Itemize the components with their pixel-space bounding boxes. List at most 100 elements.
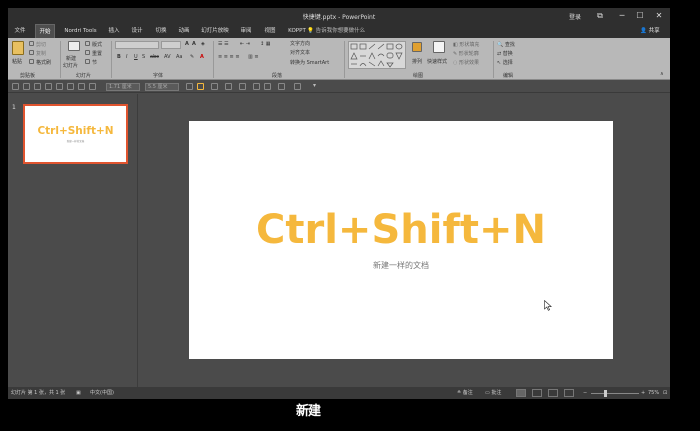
reading-view-button[interactable] [548, 389, 558, 397]
format-painter-icon[interactable] [211, 83, 218, 90]
line-spacing-icon[interactable]: ↕ ▦ [260, 41, 271, 47]
cut-icon[interactable] [29, 41, 34, 46]
italic-icon[interactable]: I [126, 54, 127, 60]
minimize-icon[interactable]: ─ [615, 10, 629, 22]
reset-label[interactable]: 重置 [92, 50, 102, 57]
indent-icon[interactable]: ⇤ ⇥ [240, 41, 250, 47]
paste-icon[interactable] [12, 41, 24, 55]
height-field[interactable]: 1.71 厘米 [106, 83, 140, 91]
slide-subtitle[interactable]: 新建一样的文档 [189, 260, 613, 271]
zoom-out-icon[interactable]: − [583, 387, 587, 399]
language-status[interactable]: 中文(中国) [90, 387, 114, 399]
paste-label[interactable]: 粘贴 [12, 58, 22, 65]
width-field[interactable]: 5.5 厘米 [145, 83, 179, 91]
copy-icon[interactable] [29, 50, 34, 55]
tab-koppt[interactable]: KOPPT [286, 24, 308, 38]
line-color-icon[interactable] [239, 83, 246, 90]
zoom-level[interactable]: 75% [648, 387, 659, 399]
align-icon[interactable]: ≡ ≡ ≡ ≡ [218, 54, 240, 60]
columns-icon[interactable]: ▥ ≡ [248, 54, 259, 60]
shape-icon[interactable] [56, 83, 63, 90]
format-painter-label[interactable]: 格式刷 [36, 59, 51, 66]
font-size-select[interactable] [161, 41, 181, 49]
group-objects-icon[interactable] [78, 83, 85, 90]
redo-icon[interactable] [34, 83, 41, 90]
tab-transitions[interactable]: 切换 [153, 24, 169, 38]
undo-icon[interactable] [23, 83, 30, 90]
align-objects-icon[interactable] [67, 83, 74, 90]
new-slide-label[interactable]: 新建 [66, 55, 76, 62]
font-family-select[interactable] [115, 41, 159, 49]
new-slide-icon[interactable] [68, 41, 80, 51]
fill-color-icon[interactable] [197, 83, 204, 90]
format-painter-icon[interactable] [29, 59, 34, 64]
copy-label[interactable]: 复制 [36, 50, 46, 57]
settings-icon[interactable] [294, 83, 301, 90]
comments-button[interactable]: ▭ 批注 [485, 387, 501, 399]
customize-toolbar-icon[interactable]: ▾ [313, 82, 316, 89]
select-button[interactable]: ↖ 选择 [497, 59, 513, 66]
grow-font-icon[interactable]: A [185, 41, 189, 47]
maximize-icon[interactable]: ☐ [633, 10, 647, 22]
replace-button[interactable]: ⇄ 替换 [497, 50, 513, 57]
shape-fill-button[interactable]: ◧ 形状填充 [453, 41, 479, 48]
tab-review[interactable]: 审阅 [238, 24, 254, 38]
find-button[interactable]: 🔍 查找 [497, 41, 515, 48]
link-icon[interactable] [264, 83, 271, 90]
shrink-font-icon[interactable]: A [192, 41, 196, 47]
tab-design[interactable]: 设计 [129, 24, 145, 38]
zoom-slider-track[interactable] [591, 393, 639, 394]
spellcheck-icon[interactable]: ▣ [76, 387, 81, 399]
pen-icon[interactable] [278, 83, 285, 90]
layout-icon[interactable] [85, 41, 90, 46]
zoom-slider-handle[interactable] [604, 390, 607, 397]
font-color-icon[interactable] [225, 83, 232, 90]
tab-file[interactable]: 文件 [12, 24, 28, 38]
shapes-gallery[interactable] [348, 41, 406, 69]
change-case-icon[interactable]: Aa [176, 54, 182, 60]
layout-label[interactable]: 版式 [92, 41, 102, 48]
tab-nordri-tools[interactable]: Nordri Tools [62, 24, 99, 38]
eyedropper-icon[interactable] [253, 83, 260, 90]
start-slideshow-icon[interactable] [45, 83, 52, 90]
close-icon[interactable]: ✕ [652, 10, 666, 22]
clear-format-icon[interactable]: ◈ [201, 41, 205, 47]
quick-styles-icon[interactable] [433, 41, 445, 53]
slide-title[interactable]: Ctrl+Shift+N [189, 207, 613, 253]
crop-icon[interactable] [186, 83, 193, 90]
strikethrough-icon[interactable]: abc [150, 54, 159, 60]
ribbon-display-icon[interactable]: ⧉ [593, 10, 607, 22]
shape-effects-button[interactable]: ◌ 形状效果 [453, 59, 479, 66]
slide-sorter-button[interactable] [532, 389, 542, 397]
slide-canvas[interactable]: Ctrl+Shift+N 新建一样的文档 [189, 121, 613, 359]
highlight-icon[interactable]: ✎ [190, 54, 194, 60]
shape-outline-button[interactable]: ✎ 形状轮廓 [453, 50, 479, 57]
collapse-ribbon-icon[interactable]: ∧ [660, 71, 664, 77]
slideshow-view-button[interactable] [564, 389, 574, 397]
notes-button[interactable]: ≙ 备注 [457, 387, 473, 399]
bold-icon[interactable]: B [117, 54, 121, 60]
reset-icon[interactable] [85, 50, 90, 55]
fit-slide-icon[interactable]: ⊡ [663, 387, 667, 399]
slide-thumbnail[interactable]: Ctrl+Shift+N 新建一样的文档 [23, 104, 128, 164]
save-icon[interactable] [12, 83, 19, 90]
new-slide-label2[interactable]: 幻灯片 [63, 62, 78, 69]
arrange-icon[interactable] [412, 42, 422, 52]
arrange-label[interactable]: 排列 [412, 58, 422, 65]
tab-view[interactable]: 视图 [262, 24, 278, 38]
shadow-icon[interactable]: S [142, 54, 145, 60]
rotate-icon[interactable] [89, 83, 96, 90]
zoom-in-icon[interactable]: + [641, 387, 645, 399]
tab-insert[interactable]: 插入 [106, 24, 122, 38]
font-color-icon[interactable]: A [200, 54, 204, 60]
tab-home[interactable]: 开始 [35, 24, 55, 38]
char-spacing-icon[interactable]: AV [164, 54, 171, 60]
text-direction-button[interactable]: 文字方向 [290, 40, 310, 47]
tab-slideshow[interactable]: 幻灯片放映 [199, 24, 231, 38]
smartart-button[interactable]: 转换为 SmartArt [290, 59, 329, 66]
tab-animations[interactable]: 动画 [176, 24, 192, 38]
cut-label[interactable]: 剪切 [36, 41, 46, 48]
section-icon[interactable] [85, 59, 90, 64]
quick-styles-label[interactable]: 快速样式 [427, 58, 447, 65]
tell-me-search[interactable]: 💡 告诉我你想要做什么 [307, 24, 365, 38]
